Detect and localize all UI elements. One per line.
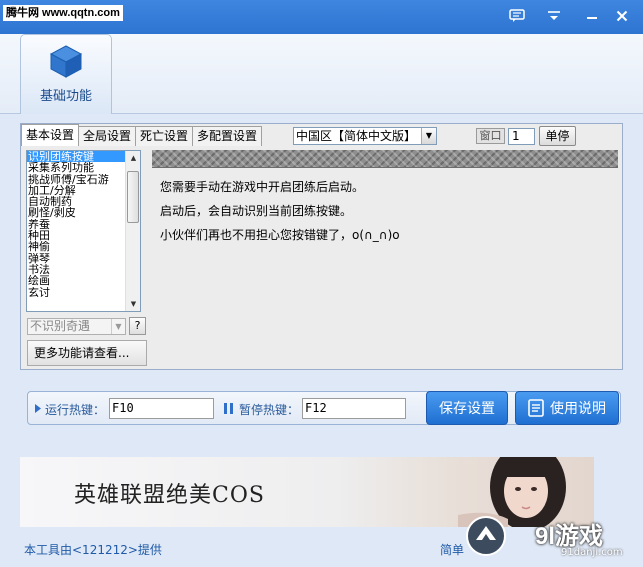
watermark-brand: 9l游戏 — [535, 523, 604, 550]
description-line: 小伙伴们再也不用担心您按错键了，o(∩_∩)o — [160, 228, 400, 242]
banner-text: 英雄联盟绝美COS — [74, 483, 265, 508]
description-line: 您需要手动在游戏中开启团练后启动。 — [160, 180, 365, 194]
minimize-button[interactable] — [583, 8, 601, 24]
scroll-down-icon[interactable]: ▼ — [126, 297, 140, 311]
list-item[interactable]: 刷怪/剥皮 — [27, 207, 127, 218]
close-button[interactable] — [613, 8, 631, 24]
title-bar: 腾牛网 www.qqtn.com — [0, 0, 643, 34]
feedback-button[interactable] — [508, 8, 526, 24]
pause-hotkey-label: 暂停热键： — [239, 403, 300, 417]
single-stop-button[interactable]: 单停 — [539, 126, 576, 146]
encounter-select[interactable]: 不识别奇遇 ▼ — [27, 318, 126, 335]
close-icon — [616, 10, 628, 22]
list-item[interactable]: 弹琴 — [27, 253, 127, 264]
settings-tabs: 基本设置 全局设置 死亡设置 多配置设置 — [21, 124, 263, 146]
list-item[interactable]: 绘画 — [27, 275, 127, 286]
description-line: 启动后，会自动识别当前团练按键。 — [160, 204, 353, 218]
list-item[interactable]: 采集系列功能 — [27, 162, 127, 173]
list-item[interactable]: 神偷 — [27, 241, 127, 252]
chevron-down-icon: ▼ — [111, 319, 125, 334]
list-item[interactable]: 种田 — [27, 230, 127, 241]
tab-global-settings[interactable]: 全局设置 — [78, 126, 137, 146]
tab-basic-settings[interactable]: 基本设置 — [21, 124, 80, 146]
region-value: 中国区【简体中文版】 — [296, 129, 417, 143]
save-settings-button[interactable]: 保存设置 — [426, 391, 508, 425]
chevron-down-icon: ▼ — [421, 128, 436, 144]
list-item[interactable]: 挑战师傅/宝石游 — [27, 174, 127, 185]
run-hotkey-label: 运行热键： — [45, 403, 106, 417]
list-item[interactable]: 自动制药 — [27, 196, 127, 207]
list-item[interactable]: 加工/分解 — [27, 185, 127, 196]
watermark-logo-icon — [466, 516, 506, 556]
site-badge: 腾牛网 www.qqtn.com — [3, 5, 123, 21]
list-item[interactable]: 书法 — [27, 264, 127, 275]
basic-function-tab[interactable]: 基础功能 — [20, 34, 112, 114]
pause-icon — [224, 403, 233, 414]
feature-list[interactable]: 识别团练按键 采集系列功能 挑战师傅/宝石游 加工/分解 自动制药 刷怪/剥皮 … — [26, 150, 141, 312]
menu-button[interactable] — [545, 8, 563, 24]
list-item[interactable]: 玄讨 — [27, 287, 127, 298]
run-hotkey-input[interactable]: F10 — [109, 398, 214, 419]
menu-icon — [548, 11, 560, 20]
tab-death-settings[interactable]: 死亡设置 — [135, 126, 194, 146]
minimize-icon — [587, 17, 597, 19]
window-number-input[interactable]: 1 — [508, 128, 535, 145]
encounter-value: 不识别奇遇 — [30, 319, 91, 333]
cube-icon — [49, 45, 83, 78]
settings-panel: 基本设置 全局设置 死亡设置 多配置设置 中国区【简体中文版】 ▼ 窗口 1 单… — [20, 123, 623, 370]
document-icon — [528, 399, 544, 417]
footer-link[interactable]: 简单 — [440, 541, 464, 558]
window-label: 窗口 — [476, 128, 505, 144]
help-button[interactable]: ? — [129, 317, 146, 335]
play-icon — [35, 404, 41, 413]
user-manual-label: 使用说明 — [550, 401, 606, 417]
scroll-up-icon[interactable]: ▲ — [126, 151, 140, 165]
scroll-thumb[interactable] — [127, 171, 139, 223]
pause-hotkey-input[interactable]: F12 — [302, 398, 406, 419]
tab-multi-config[interactable]: 多配置设置 — [192, 126, 263, 146]
description-area: 您需要手动在游戏中开启团练后启动。 启动后，会自动识别当前团练按键。 小伙伴们再… — [152, 150, 618, 365]
save-settings-label: 保存设置 — [439, 401, 495, 417]
credit-text: 本工具由<121212>提供 — [24, 543, 162, 557]
watermark-site: 91danji.com — [561, 547, 623, 558]
metal-plate-header — [152, 150, 618, 168]
region-select[interactable]: 中国区【简体中文版】 ▼ — [293, 127, 437, 145]
feedback-icon — [509, 9, 525, 22]
user-manual-button[interactable]: 使用说明 — [515, 391, 619, 425]
more-functions-button[interactable]: 更多功能请查看... — [27, 340, 147, 366]
list-item[interactable]: 识别团练按键 — [27, 151, 127, 163]
list-item[interactable]: 养蚕 — [27, 219, 127, 230]
basic-function-label: 基础功能 — [39, 89, 92, 104]
list-scrollbar[interactable]: ▲ ▼ — [125, 151, 140, 311]
